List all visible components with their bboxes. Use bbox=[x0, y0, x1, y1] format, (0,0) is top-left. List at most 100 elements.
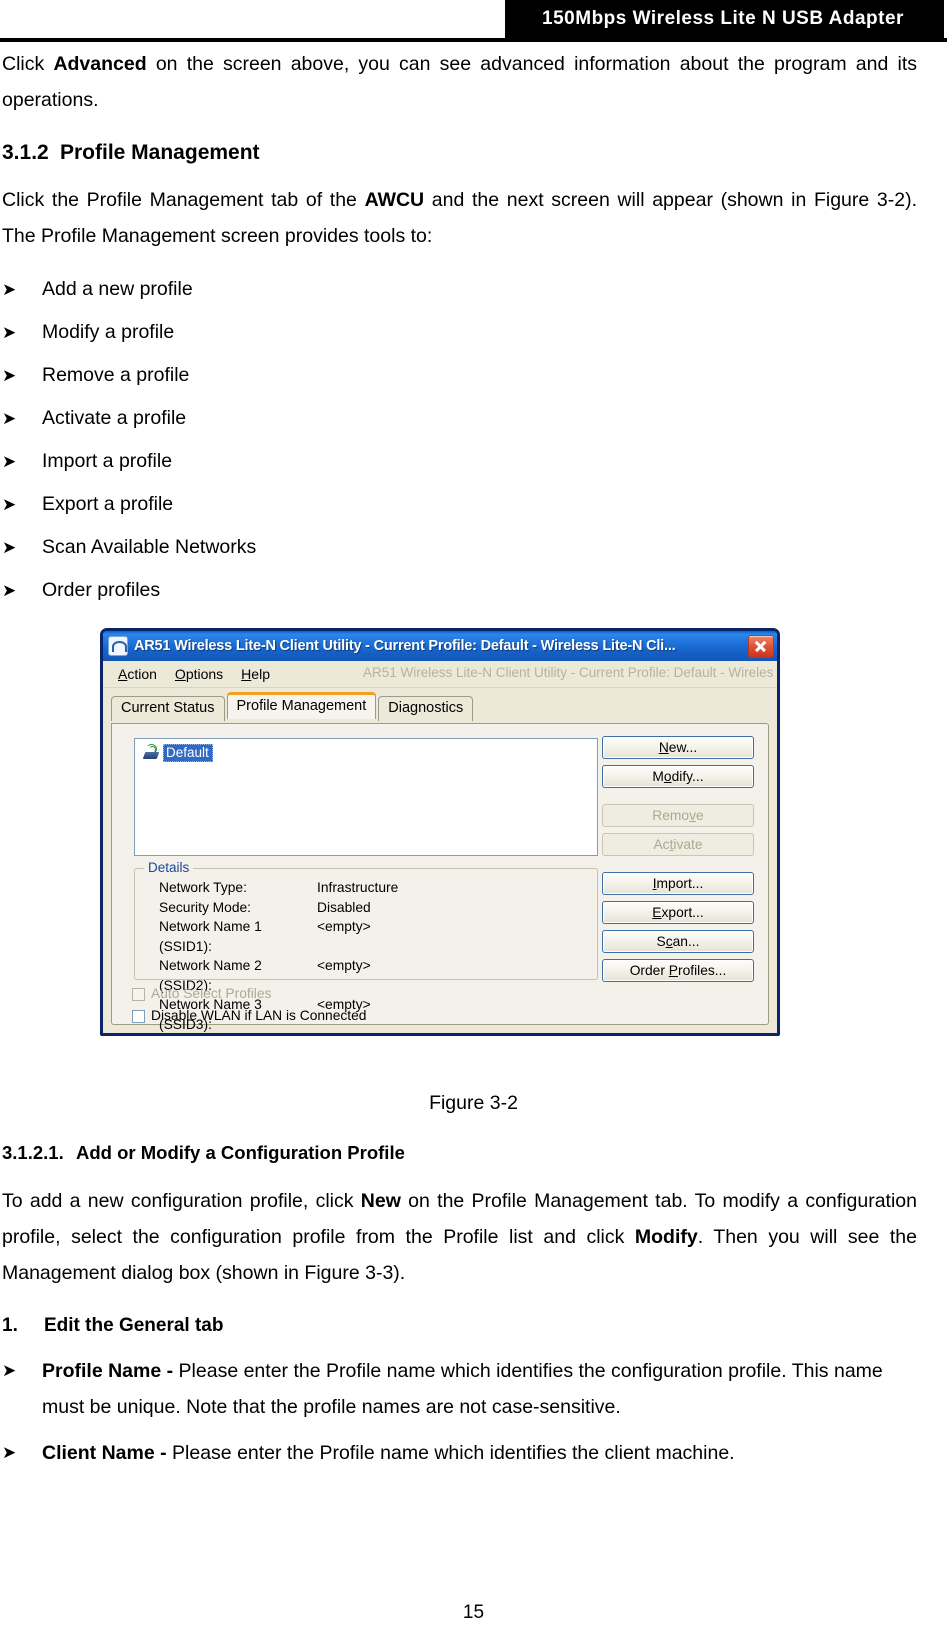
arrow-bullet-icon: ➤ bbox=[2, 538, 17, 557]
page-number: 15 bbox=[462, 1602, 485, 1623]
modify-button[interactable]: Modify... bbox=[602, 765, 754, 788]
window-title: AR51 Wireless Lite-N Client Utility - Cu… bbox=[134, 638, 676, 654]
tab-diagnostics[interactable]: Diagnostics bbox=[378, 696, 474, 721]
detail-label: Security Mode: bbox=[159, 899, 252, 915]
feature-bullet-list: ➤ Add a new profile ➤ Modify a profile ➤ Re… bbox=[0, 268, 947, 612]
list-item: ➤ Profile Name - Please enter the Profile… bbox=[0, 1353, 947, 1425]
para2-pre: Click the Profile Management tab of the bbox=[2, 189, 365, 211]
field-description: Please enter the Profile name which iden… bbox=[172, 1442, 735, 1464]
details-groupbox: Details Network Type: Infrastructure Sec… bbox=[134, 860, 598, 1032]
menu-item-action[interactable]: Action bbox=[109, 664, 166, 684]
profile-list[interactable]: Default bbox=[134, 738, 598, 856]
list-item: ➤ Client Name - Please enter the Profile … bbox=[0, 1425, 947, 1471]
tab-profile-management[interactable]: Profile Management bbox=[226, 692, 377, 719]
para3-pre: To add a new configuration profile, clic… bbox=[2, 1190, 361, 1212]
list-item: ➤ Activate a profile bbox=[0, 397, 947, 440]
detail-row-ssid1: Network Name 1 (SSID1): <empty> bbox=[135, 917, 597, 956]
menubar-ghost-text: AR51 Wireless Lite-N Client Utility - Cu… bbox=[363, 665, 773, 680]
subsection-title: Add or Modify a Configuration Profile bbox=[76, 1142, 405, 1163]
section-title: Profile Management bbox=[60, 141, 260, 164]
checkbox-label: Disable WLAN if LAN is Connected bbox=[151, 1008, 367, 1023]
arrow-bullet-icon: ➤ bbox=[2, 409, 17, 428]
detail-value: <empty> bbox=[317, 919, 371, 934]
arrow-bullet-icon: ➤ bbox=[2, 1443, 17, 1462]
export-button[interactable]: Export... bbox=[602, 901, 754, 924]
document-body-lower: Figure 3-2 3.1.2.1. Add or Modify a Confi… bbox=[0, 1078, 947, 1471]
intro-pre: Click bbox=[2, 53, 54, 75]
checkbox-disable-wlan-if-lan-connected[interactable]: Disable WLAN if LAN is Connected bbox=[132, 1008, 366, 1024]
step-edit-general-tab: 1. Edit the General tab bbox=[0, 1313, 947, 1339]
action-button-column: New... Modify... Remove Activate Import.… bbox=[602, 736, 754, 988]
list-item: ➤ Modify a profile bbox=[0, 311, 947, 354]
profile-name-default[interactable]: Default bbox=[163, 743, 213, 762]
subsection-heading: 3.1.2.1. Add or Modify a Configuration Pr… bbox=[0, 1141, 947, 1165]
checkbox-box-icon[interactable] bbox=[132, 1009, 145, 1023]
bullet-text: Order profiles bbox=[42, 579, 161, 601]
header-product-name: 150Mbps Wireless Lite N USB Adapter bbox=[505, 0, 941, 38]
detail-value: <empty> bbox=[317, 958, 371, 973]
subsection-number: 3.1.2.1. bbox=[2, 1142, 64, 1163]
remove-button: Remove bbox=[602, 804, 754, 827]
list-item: ➤ Scan Available Networks bbox=[0, 526, 947, 569]
bullet-text: Export a profile bbox=[42, 493, 174, 515]
order-profiles-button[interactable]: Order Profiles... bbox=[602, 959, 754, 982]
field-label-profile-name: Profile Name - bbox=[42, 1360, 179, 1382]
tab-current-status[interactable]: Current Status bbox=[111, 696, 225, 721]
bullet-text: Add a new profile bbox=[42, 278, 193, 300]
detail-label: Network Name 1 (SSID1): bbox=[159, 919, 262, 954]
detail-row-network-type: Network Type: Infrastructure bbox=[135, 878, 597, 898]
figure-profile-management-screenshot: AR51 Wireless Lite-N Client Utility - Cu… bbox=[100, 628, 780, 1036]
list-item[interactable]: Default bbox=[139, 743, 593, 762]
bullet-text: Remove a profile bbox=[42, 364, 190, 386]
arrow-bullet-icon: ➤ bbox=[2, 581, 17, 600]
field-description-list: ➤ Profile Name - Please enter the Profile… bbox=[0, 1353, 947, 1471]
field-label-client-name: Client Name - bbox=[42, 1442, 173, 1464]
list-item: ➤ Import a profile bbox=[0, 440, 947, 483]
bullet-text: Activate a profile bbox=[42, 407, 187, 429]
para3-bold-new: New bbox=[360, 1190, 401, 1212]
section-heading: 3.1.2 Profile Management bbox=[0, 140, 947, 166]
close-icon[interactable] bbox=[748, 634, 774, 658]
list-item: ➤ Remove a profile bbox=[0, 354, 947, 397]
arrow-bullet-icon: ➤ bbox=[2, 323, 17, 342]
header-rule bbox=[0, 38, 947, 42]
window-menubar: Action Options Help AR51 Wireless Lite-N… bbox=[103, 661, 777, 688]
para2-bold-awcu: AWCU bbox=[364, 189, 425, 211]
checkbox-auto-select-profiles[interactable]: Auto Select Profiles bbox=[132, 986, 271, 1002]
detail-value: Infrastructure bbox=[317, 880, 399, 895]
para-profile-management: Click the Profile Management tab of the … bbox=[0, 182, 947, 254]
intro-paragraph: Click Advanced on the screen above, you … bbox=[0, 46, 947, 118]
figure-caption: Figure 3-2 bbox=[429, 1092, 518, 1114]
import-button[interactable]: Import... bbox=[602, 872, 754, 895]
bullet-text: Import a profile bbox=[42, 450, 173, 472]
arrow-bullet-icon: ➤ bbox=[2, 495, 17, 514]
scan-button[interactable]: Scan... bbox=[602, 930, 754, 953]
detail-row-security-mode: Security Mode: Disabled bbox=[135, 898, 597, 918]
new-button[interactable]: New... bbox=[602, 736, 754, 759]
profile-management-panel: Default Details Network Type: Infrastruc… bbox=[111, 723, 769, 1032]
para3-bold-modify: Modify bbox=[634, 1226, 698, 1248]
header-product-band: 150Mbps Wireless Lite N USB Adapter bbox=[505, 0, 947, 38]
arrow-bullet-icon: ➤ bbox=[2, 452, 17, 471]
checkbox-label: Auto Select Profiles bbox=[151, 986, 272, 1001]
detail-label: Network Type: bbox=[159, 880, 247, 895]
bullet-text: Modify a profile bbox=[42, 321, 175, 343]
section-number: 3.1.2 bbox=[2, 141, 49, 164]
checkbox-box-icon[interactable] bbox=[132, 987, 145, 1001]
detail-value: Disabled bbox=[317, 899, 371, 915]
arrow-bullet-icon: ➤ bbox=[2, 1361, 17, 1380]
list-item: ➤ Export a profile bbox=[0, 483, 947, 526]
arrow-bullet-icon: ➤ bbox=[2, 366, 17, 385]
details-group-label: Details bbox=[144, 860, 194, 875]
para-add-or-modify: To add a new configuration profile, clic… bbox=[0, 1183, 947, 1291]
menu-item-help[interactable]: Help bbox=[232, 664, 279, 684]
tabstrip: Current Status Profile Management Diagno… bbox=[111, 692, 777, 721]
page-header: WD650-BD-N 150Mbps Wireless Lite N USB A… bbox=[0, 0, 947, 42]
menu-item-options[interactable]: Options bbox=[166, 664, 232, 684]
step-title: Edit the General tab bbox=[44, 1315, 224, 1336]
bullet-text: Scan Available Networks bbox=[42, 536, 257, 558]
activate-button: Activate bbox=[602, 833, 754, 856]
app-wireless-icon bbox=[108, 636, 128, 656]
list-item: ➤ Add a new profile bbox=[0, 268, 947, 311]
intro-bold-advanced: Advanced bbox=[53, 53, 147, 75]
